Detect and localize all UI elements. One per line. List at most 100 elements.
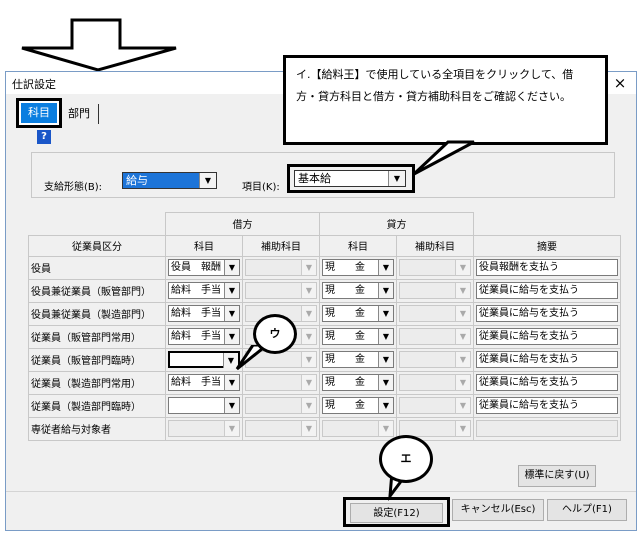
- credit-account-select[interactable]: 現 金 ▼: [322, 351, 394, 368]
- credit-account-select[interactable]: 現 金 ▼: [322, 305, 394, 322]
- debit-subaccount-select[interactable]: ▼: [245, 374, 317, 391]
- debit-account-select[interactable]: ▼: [168, 397, 240, 414]
- description-cell: 従業員に給与を支払う: [473, 370, 621, 395]
- employee-category: 従業員（製造部門常用）: [28, 370, 166, 395]
- credit-subaccount-select[interactable]: ▼: [399, 259, 471, 276]
- employee-category: 役員兼従業員（販管部門）: [28, 278, 166, 303]
- journal-table: 借方 貸方 従業員区分 科目 補助科目 科目 補助科目 摘要 役員 役員 報酬 ▼ ▼…: [28, 212, 621, 441]
- chevron-down-icon[interactable]: ▼: [378, 260, 393, 275]
- table-row: 専従者給与対象者 ▼ ▼ ▼ ▼: [28, 416, 621, 441]
- credit-account-value: 現 金: [325, 400, 365, 411]
- description-field[interactable]: 従業員に給与を支払う: [476, 305, 618, 322]
- debit-account-cell: ▼: [165, 416, 243, 441]
- employee-category: 役員兼従業員（製造部門）: [28, 301, 166, 326]
- reset-default-button[interactable]: 標準に戻す(U): [518, 465, 596, 487]
- debit-account-select[interactable]: 給料 手当 ▼: [168, 328, 240, 345]
- chevron-down-icon[interactable]: ▼: [301, 283, 316, 298]
- description-field[interactable]: 従業員に給与を支払う: [476, 374, 618, 391]
- chevron-down-icon[interactable]: ▼: [224, 421, 239, 436]
- debit-subaccount-cell: ▼: [242, 278, 320, 303]
- description-field[interactable]: 従業員に給与を支払う: [476, 328, 618, 345]
- credit-account-select[interactable]: 現 金 ▼: [322, 282, 394, 299]
- credit-account-cell: 現 金 ▼: [319, 255, 397, 280]
- chevron-down-icon[interactable]: ▼: [224, 329, 239, 344]
- chevron-down-icon[interactable]: ▼: [378, 306, 393, 321]
- debit-account-header: 科目: [165, 234, 243, 257]
- item-select[interactable]: 基本給 ▼: [294, 170, 406, 187]
- close-button[interactable]: ×: [610, 74, 630, 92]
- help-button[interactable]: ヘルプ(F1): [547, 499, 627, 521]
- debit-subaccount-select[interactable]: ▼: [245, 282, 317, 299]
- credit-subaccount-select[interactable]: ▼: [399, 328, 471, 345]
- debit-account-select[interactable]: 給料 手当 ▼: [168, 282, 240, 299]
- debit-subaccount-select[interactable]: ▼: [245, 420, 317, 437]
- debit-subaccount-select[interactable]: ▼: [245, 397, 317, 414]
- chevron-down-icon[interactable]: ▼: [455, 421, 470, 436]
- chevron-down-icon[interactable]: ▼: [224, 375, 239, 390]
- chevron-down-icon[interactable]: ▼: [455, 329, 470, 344]
- chevron-down-icon[interactable]: ▼: [224, 260, 239, 275]
- chevron-down-icon[interactable]: ▼: [378, 421, 393, 436]
- callout-i: イ.【給料王】で使用している全項目をクリックして、借方・貸方科目と借方・貸方補助…: [283, 55, 608, 145]
- chevron-down-icon[interactable]: ▼: [378, 329, 393, 344]
- credit-subaccount-cell: ▼: [396, 255, 474, 280]
- employee-category: 専従者給与対象者: [28, 416, 166, 441]
- description-field[interactable]: 従業員に給与を支払う: [476, 397, 618, 414]
- chevron-down-icon[interactable]: ▼: [455, 352, 470, 367]
- chevron-down-icon[interactable]: ▼: [224, 283, 239, 298]
- tab-department[interactable]: 部門: [64, 104, 99, 124]
- chevron-down-icon[interactable]: ▼: [301, 398, 316, 413]
- credit-subaccount-select[interactable]: ▼: [399, 305, 471, 322]
- chevron-down-icon[interactable]: ▼: [301, 421, 316, 436]
- employee-category: 従業員（販管部門常用）: [28, 324, 166, 349]
- payment-type-select[interactable]: 給与 ▼: [122, 172, 217, 189]
- chevron-down-icon[interactable]: ▼: [301, 329, 316, 344]
- debit-account-select[interactable]: ▼: [168, 420, 240, 437]
- debit-account-select[interactable]: 役員 報酬 ▼: [168, 259, 240, 276]
- chevron-down-icon[interactable]: ▼: [301, 375, 316, 390]
- chevron-down-icon[interactable]: ▼: [378, 352, 393, 367]
- credit-account-select[interactable]: 現 金 ▼: [322, 259, 394, 276]
- chevron-down-icon[interactable]: ▼: [455, 260, 470, 275]
- chevron-down-icon[interactable]: ▼: [378, 398, 393, 413]
- chevron-down-icon[interactable]: ▼: [378, 283, 393, 298]
- debit-subaccount-cell: ▼: [242, 255, 320, 280]
- chevron-down-icon[interactable]: ▼: [301, 306, 316, 321]
- cancel-button[interactable]: キャンセル(Esc): [452, 499, 544, 521]
- table-row: 従業員（製造部門臨時） ▼ ▼ 現 金 ▼ ▼ 従業員に給与を支払う: [28, 393, 621, 418]
- credit-subaccount-select[interactable]: ▼: [399, 282, 471, 299]
- chevron-down-icon[interactable]: ▼: [224, 398, 239, 413]
- credit-account-value: 現 金: [325, 262, 365, 273]
- debit-account-select[interactable]: 給料 手当 ▼: [168, 305, 240, 322]
- debit-account-select[interactable]: 給料 手当 ▼: [168, 374, 240, 391]
- debit-account-cell: ▼: [165, 347, 243, 372]
- chevron-down-icon[interactable]: ▼: [455, 398, 470, 413]
- credit-subaccount-select[interactable]: ▼: [399, 351, 471, 368]
- credit-account-value: 現 金: [325, 377, 365, 388]
- chevron-down-icon[interactable]: ▼: [378, 375, 393, 390]
- credit-account-select[interactable]: 現 金 ▼: [322, 374, 394, 391]
- chevron-down-icon[interactable]: ▼: [199, 173, 216, 188]
- set-button[interactable]: 設定(F12): [350, 503, 443, 523]
- chevron-down-icon[interactable]: ▼: [455, 375, 470, 390]
- help-icon[interactable]: ?: [37, 130, 51, 144]
- description-field[interactable]: [476, 420, 618, 437]
- credit-subaccount-select[interactable]: ▼: [399, 374, 471, 391]
- chevron-down-icon[interactable]: ▼: [301, 260, 316, 275]
- chevron-down-icon[interactable]: ▼: [455, 306, 470, 321]
- chevron-down-icon[interactable]: ▼: [224, 306, 239, 321]
- tab-account-label: 科目: [21, 103, 57, 123]
- debit-subaccount-select[interactable]: ▼: [245, 259, 317, 276]
- credit-account-cell: 現 金 ▼: [319, 278, 397, 303]
- chevron-down-icon[interactable]: ▼: [301, 352, 316, 367]
- tab-account[interactable]: 科目: [16, 98, 62, 128]
- description-field[interactable]: 従業員に給与を支払う: [476, 351, 618, 368]
- credit-account-select[interactable]: 現 金 ▼: [322, 397, 394, 414]
- chevron-down-icon[interactable]: ▼: [455, 283, 470, 298]
- credit-account-select[interactable]: ▼: [322, 420, 394, 437]
- description-field[interactable]: 従業員に給与を支払う: [476, 282, 618, 299]
- description-field[interactable]: 役員報酬を支払う: [476, 259, 618, 276]
- debit-account-select[interactable]: ▼: [168, 351, 240, 368]
- credit-subaccount-select[interactable]: ▼: [399, 397, 471, 414]
- credit-account-select[interactable]: 現 金 ▼: [322, 328, 394, 345]
